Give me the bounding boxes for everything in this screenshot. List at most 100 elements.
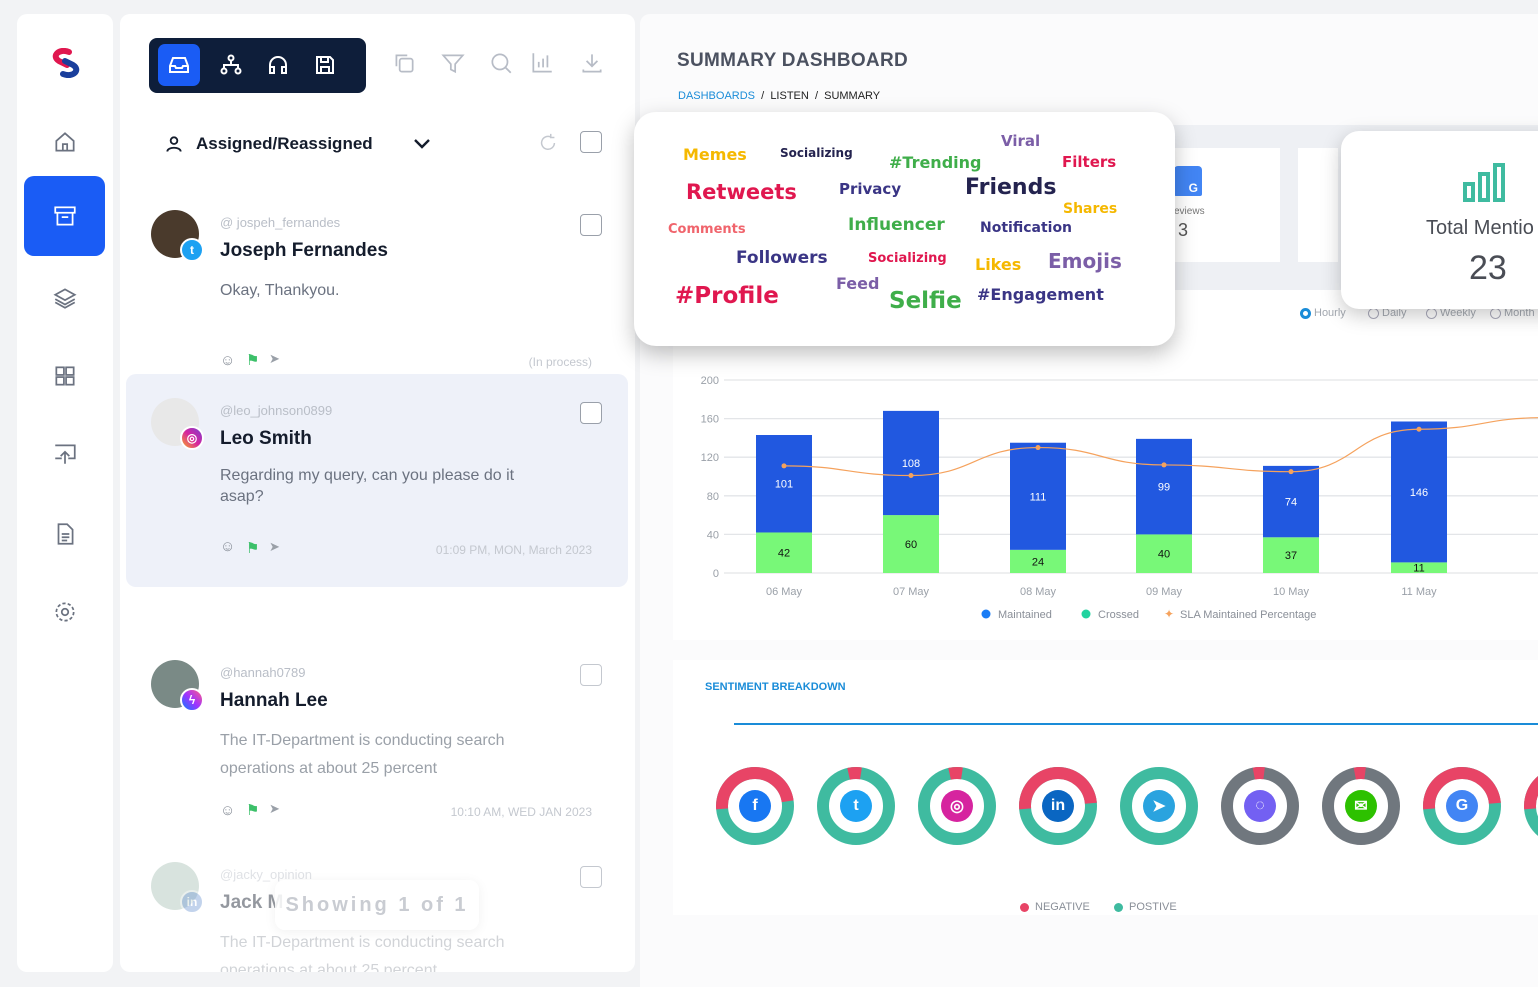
twitter-icon: t	[180, 238, 204, 262]
inbox-icon	[169, 57, 189, 73]
message-checkbox[interactable]	[580, 664, 602, 686]
send-icon[interactable]: ➤	[269, 351, 280, 367]
emoji-icon[interactable]: ☺	[220, 352, 235, 369]
hierarchy-mode-button[interactable]	[210, 44, 252, 86]
message-checkbox[interactable]	[580, 402, 602, 424]
sentiment-donut-instagram[interactable]: ◎	[917, 766, 997, 851]
copy-icon	[395, 54, 414, 73]
send-icon[interactable]: ➤	[269, 539, 280, 555]
sidebar-item-settings[interactable]	[24, 572, 105, 652]
data-label-crossed: 11	[1413, 563, 1424, 575]
sentiment-donut-google-my-business[interactable]: G	[1422, 766, 1502, 851]
message-status: 10:10 AM, WED JAN 2023	[450, 805, 592, 819]
y-tick-label: 200	[701, 375, 719, 387]
grid-icon	[54, 366, 75, 386]
sidebar-item-apps[interactable]	[24, 336, 105, 416]
sentiment-donut-wechat[interactable]: ✉	[1321, 766, 1401, 851]
inbox-mode-button[interactable]	[158, 44, 200, 86]
download-button[interactable]	[579, 50, 605, 76]
refresh-icon[interactable]	[537, 132, 559, 154]
mode-toolbar	[149, 38, 366, 93]
sla-point	[781, 463, 787, 469]
y-tick-label: 80	[707, 491, 719, 503]
total-mentions-card[interactable]: Total Mentio 23	[1341, 131, 1538, 309]
legend-dot	[1020, 902, 1029, 912]
data-label-maintained: 146	[1410, 487, 1428, 499]
sentiment-donut-linkedin[interactable]: in	[1018, 766, 1098, 851]
total-mentions-value: 23	[1469, 249, 1507, 287]
sidebar-item-home[interactable]	[24, 102, 105, 182]
total-mentions-label: Total Mentio	[1426, 217, 1534, 239]
kpi-label: eviews	[1174, 206, 1205, 217]
breadcrumb-listen[interactable]: LISTEN	[770, 90, 809, 102]
radio-label: Hourly	[1314, 307, 1346, 319]
message-panel: Assigned/Reassigned t @ jospeh_fernandes…	[120, 14, 635, 972]
period-hourly-radio[interactable]: Hourly	[1300, 307, 1346, 319]
search-button[interactable]	[488, 50, 514, 76]
message-handle: @hannah0789	[220, 665, 306, 680]
breadcrumb-dashboards[interactable]: DASHBOARDS	[678, 90, 755, 102]
word-cloud-term: Friends	[965, 175, 1057, 200]
sidebar-item-publish[interactable]	[24, 414, 105, 494]
chevron-down-icon[interactable]	[412, 135, 432, 153]
stats-button[interactable]	[529, 50, 555, 76]
linkedin-icon: in	[180, 890, 204, 914]
sidebar-item-reports[interactable]	[24, 494, 105, 574]
assignment-filter-dropdown[interactable]: Assigned/Reassigned	[164, 134, 373, 154]
data-label-maintained: 111	[1030, 491, 1047, 503]
layers-icon	[52, 288, 77, 309]
save-mode-button[interactable]	[304, 44, 346, 86]
legend-label: Maintained	[998, 609, 1052, 621]
linkedin-icon: in	[1042, 790, 1074, 822]
y-tick-label: 160	[701, 414, 719, 426]
breadcrumb-summary: SUMMARY	[824, 90, 881, 102]
logo[interactable]	[49, 48, 83, 78]
sla-point	[1416, 426, 1422, 432]
filter-button[interactable]	[440, 50, 466, 76]
flag-icon[interactable]: ⚑	[246, 801, 259, 819]
message-sender: Hannah Lee	[220, 690, 328, 711]
message-handle: @leo_johnson0899	[220, 403, 333, 418]
x-tick-label: 06 May	[766, 586, 803, 598]
data-label-maintained: 99	[1158, 482, 1170, 494]
message-item[interactable]: ◎ @leo_johnson0899 Leo Smith Regarding m…	[126, 374, 628, 587]
message-item[interactable]: ϟ @hannah0789 Hannah Lee The IT-Departme…	[126, 644, 628, 834]
message-checkbox[interactable]	[580, 866, 602, 888]
sidebar-item-inbox[interactable]	[24, 176, 105, 256]
sidebar-item-layers[interactable]	[24, 258, 105, 338]
legend-marker	[981, 609, 991, 619]
bar-chart-icon	[1463, 163, 1505, 202]
flag-icon[interactable]: ⚑	[246, 539, 259, 557]
emoji-icon[interactable]: ☺	[220, 802, 235, 819]
document-icon	[57, 523, 73, 545]
sentiment-donut-viber[interactable]: ◌	[1220, 766, 1300, 851]
headphones-mode-button[interactable]	[257, 44, 299, 86]
copy-button[interactable]	[391, 50, 417, 76]
sla-point	[1288, 469, 1294, 475]
message-item[interactable]: t @ jospeh_fernandes Joseph Fernandes Ok…	[126, 194, 628, 384]
kpi-card	[1298, 148, 1338, 262]
sentiment-donut-facebook[interactable]: f	[715, 766, 795, 851]
twitter-icon: t	[840, 790, 872, 822]
legend-marker: ✦	[1164, 607, 1174, 621]
select-all-checkbox[interactable]	[580, 131, 602, 153]
word-cloud-term: Selfie	[889, 288, 962, 314]
messenger-icon: ϟ	[180, 688, 204, 712]
word-cloud-term: Socializing	[780, 146, 853, 160]
flag-icon[interactable]: ⚑	[246, 351, 259, 369]
sentiment-donut-twitter[interactable]: t	[816, 766, 896, 851]
sentiment-donut-telegram[interactable]: ➤	[1119, 766, 1199, 851]
message-checkbox[interactable]	[580, 214, 602, 236]
message-text: The IT-Department is conducting search o…	[220, 732, 505, 777]
viber-icon: ◌	[1244, 790, 1276, 822]
telegram-icon: ➤	[1143, 790, 1175, 822]
home-icon	[54, 132, 75, 152]
send-icon[interactable]: ➤	[269, 801, 280, 817]
sentiment-donut-more[interactable]	[1523, 766, 1538, 851]
emoji-icon[interactable]: ☺	[220, 538, 235, 555]
legend-dot	[1114, 902, 1123, 912]
word-cloud-term: Filters	[1062, 153, 1117, 171]
breadcrumb: DASHBOARDS / LISTEN / SUMMARY	[678, 90, 881, 102]
data-label-maintained: 74	[1285, 497, 1297, 509]
sla-point	[908, 473, 914, 479]
